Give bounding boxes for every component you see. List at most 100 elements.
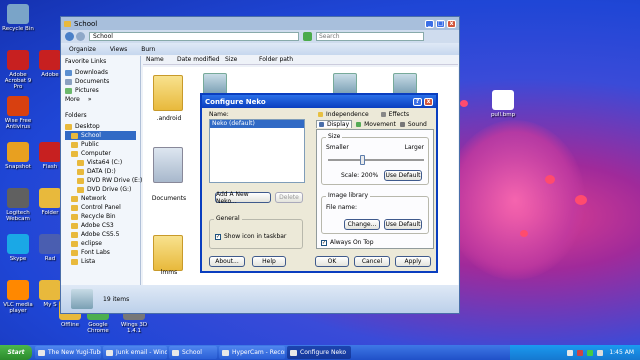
app-icon — [39, 234, 61, 254]
folder-icon — [71, 222, 78, 229]
always-on-top-checkbox[interactable]: ✓ — [321, 239, 327, 246]
explorer-titlebar[interactable]: School _ □ x — [61, 17, 459, 30]
favorites-more[interactable]: More» — [65, 95, 136, 104]
scale-slider[interactable] — [328, 155, 424, 165]
favorites-documents[interactable]: Documents — [65, 77, 136, 86]
taskbar-item[interactable]: Configure Neko — [287, 346, 351, 359]
tree-item[interactable]: Network — [65, 194, 136, 203]
folder-lmms-icon[interactable] — [153, 235, 183, 271]
tree-item[interactable]: DATA (D:) — [65, 167, 136, 176]
address-bar[interactable]: School — [89, 32, 299, 41]
tree-item[interactable]: Public — [65, 140, 136, 149]
tree-item[interactable]: DVD RW Drive (E:) — [65, 176, 142, 185]
about-button[interactable]: About... — [209, 256, 245, 267]
taskbar-item[interactable]: HyperCam - Recording — [219, 346, 285, 359]
tab-independence[interactable]: Independence — [318, 111, 369, 118]
column-folder-path[interactable]: Folder path — [259, 56, 319, 64]
neko-list[interactable]: Neko (default) — [209, 119, 305, 183]
size-use-default-button[interactable]: Use Default — [384, 170, 422, 181]
column-date[interactable]: Date modified — [177, 56, 225, 64]
column-name[interactable]: Name — [143, 56, 177, 64]
apply-button[interactable]: Apply — [395, 256, 431, 267]
folder-thumbnail-icon[interactable] — [203, 73, 227, 95]
tree-item[interactable]: Vista64 (C:) — [65, 158, 136, 167]
close-icon[interactable]: x — [424, 97, 433, 106]
tree-item[interactable]: Adobe CS3 — [65, 221, 136, 230]
folder-thumbnail-icon[interactable] — [333, 73, 357, 95]
forward-icon[interactable] — [76, 32, 85, 41]
views-button[interactable]: Views — [110, 46, 127, 53]
desktop-icon-label: Skype — [9, 256, 27, 262]
folder-documents-icon[interactable] — [153, 147, 183, 183]
taskbar-item[interactable]: Junk email - Windows Liv... — [103, 346, 167, 359]
tree-item[interactable]: Adobe CS5.5 — [65, 230, 136, 239]
refresh-icon[interactable] — [303, 32, 312, 41]
change-button[interactable]: Change... — [344, 219, 380, 230]
desktop-icon[interactable]: Wise Free Antivirus — [0, 96, 36, 130]
desktop-icon[interactable]: VLC media player — [0, 280, 36, 314]
show-icon-checkbox-row[interactable]: ✓ Show icon in taskbar — [215, 233, 286, 240]
tree-item[interactable]: Control Panel — [65, 203, 136, 212]
folder-android-icon[interactable] — [153, 75, 183, 111]
taskbar-item[interactable]: School — [169, 346, 217, 359]
tree-item[interactable]: Lista — [65, 257, 136, 266]
tree-item[interactable]: eclipse — [65, 239, 136, 248]
ok-button[interactable]: OK — [315, 256, 349, 267]
minimize-icon[interactable]: _ — [425, 19, 434, 28]
file-label-android[interactable]: .android — [151, 115, 187, 122]
tree-item[interactable]: Recycle Bin — [65, 212, 136, 221]
favorites-downloads[interactable]: Downloads — [65, 68, 136, 77]
help-icon[interactable]: ? — [413, 97, 422, 106]
folder-thumbnail-icon[interactable] — [393, 73, 417, 95]
desktop-icon[interactable]: Adobe Acrobat 9 Pro — [0, 50, 36, 90]
desktop-icon[interactable]: Skype — [0, 234, 36, 262]
file-label-documents[interactable]: Documents — [149, 195, 189, 202]
back-icon[interactable] — [65, 32, 74, 41]
tray-icon[interactable] — [567, 349, 574, 356]
tray-icon[interactable] — [587, 349, 594, 356]
organize-button[interactable]: Organize — [69, 46, 96, 53]
tab-movement[interactable]: Movement — [356, 120, 396, 128]
show-icon-checkbox[interactable]: ✓ — [215, 233, 221, 240]
desktop-icon[interactable]: Snapshot — [0, 142, 36, 170]
search-input[interactable] — [316, 32, 424, 41]
always-on-top-row[interactable]: ✓ Always On Top — [321, 239, 374, 246]
tree-item[interactable]: Desktop — [65, 122, 136, 131]
delete-button[interactable]: Delete — [275, 192, 303, 203]
favorites-pictures[interactable]: Pictures — [65, 86, 136, 95]
tab-effects[interactable]: Effects — [380, 111, 409, 118]
downloads-icon — [65, 69, 72, 76]
clock[interactable]: 1:45 AM — [609, 349, 634, 356]
file-name-label: File name: — [326, 204, 357, 211]
tab-display[interactable]: Display — [316, 120, 353, 128]
dialog-titlebar[interactable]: Configure Neko ? x — [202, 95, 436, 108]
tray-icon[interactable] — [577, 349, 584, 356]
tree-item[interactable]: DVD Drive (G:) — [65, 185, 136, 194]
image-use-default-button[interactable]: Use Default — [384, 219, 422, 230]
tab-panel: Size Smaller Larger Scale: 200% Use Defa… — [316, 129, 434, 249]
neko-list-item[interactable]: Neko (default) — [210, 120, 304, 128]
tree-item[interactable]: Font Labs — [65, 248, 136, 257]
start-button[interactable]: Start — [0, 345, 32, 360]
tree-item[interactable]: Computer — [65, 149, 136, 158]
add-neko-button[interactable]: Add A New Neko... — [215, 191, 271, 205]
desktop-icon[interactable]: pull.bmp — [485, 90, 521, 118]
volume-icon[interactable] — [597, 349, 604, 356]
desktop-icon[interactable]: Logitech Webcam — [0, 188, 36, 222]
desktop-icon[interactable]: Recycle Bin — [0, 4, 36, 32]
documents-icon — [65, 78, 72, 85]
navigation-pane: Favorite Links Downloads Documents Pictu… — [61, 56, 142, 295]
cancel-button[interactable]: Cancel — [354, 256, 390, 267]
taskbar-item[interactable]: The New Yugi-Tube Elite ... — [35, 346, 101, 359]
file-label-lmms[interactable]: lmms — [151, 269, 187, 276]
help-button[interactable]: Help — [252, 256, 286, 267]
folders-title[interactable]: Folders — [65, 112, 136, 119]
tree-item[interactable]: School — [65, 131, 136, 140]
show-icon-label: Show icon in taskbar — [224, 233, 287, 240]
slider-thumb[interactable] — [359, 155, 365, 165]
close-icon[interactable]: x — [447, 19, 456, 28]
tab-sound[interactable]: Sound — [399, 120, 427, 128]
maximize-icon[interactable]: □ — [436, 19, 445, 28]
burn-button[interactable]: Burn — [141, 46, 155, 53]
column-size[interactable]: Size — [225, 56, 259, 64]
